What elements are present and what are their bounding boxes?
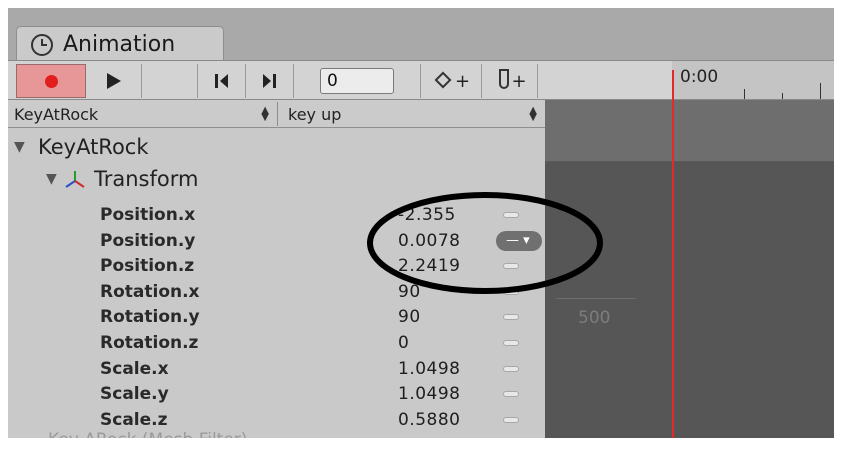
- property-row[interactable]: Scale.y 1.0498: [8, 381, 545, 407]
- property-name: Position.x: [100, 205, 196, 225]
- updown-arrows-icon: ▲ ▼: [261, 105, 269, 123]
- object-name: KeyAtRock: [38, 135, 149, 159]
- key-button[interactable]: [503, 365, 519, 372]
- property-name: Rotation.z: [100, 333, 199, 353]
- property-value[interactable]: 90: [398, 307, 421, 327]
- time-ruler[interactable]: 0:00: [672, 60, 834, 100]
- key-button[interactable]: [503, 391, 519, 398]
- next-keyframe-icon: [263, 74, 276, 88]
- property-name: Scale.x: [100, 358, 169, 379]
- curve-axis-label: 500: [578, 308, 611, 328]
- property-name: Position.y: [100, 230, 196, 251]
- property-value[interactable]: 0: [398, 333, 409, 353]
- previous-keyframe-button[interactable]: [198, 64, 246, 98]
- previous-keyframe-icon: [215, 74, 228, 88]
- add-event-icon: +: [495, 69, 527, 93]
- playhead[interactable]: [672, 70, 674, 438]
- property-value[interactable]: 1.0498: [398, 359, 460, 379]
- record-button[interactable]: [16, 64, 86, 98]
- property-name: Scale.z: [100, 409, 168, 430]
- curve-gridline: [556, 298, 636, 299]
- clip-dropdown-label: key up: [288, 104, 342, 124]
- faded-component-row: Key ARock (Mesh Filter): [48, 430, 247, 438]
- tab-strip: Animation: [8, 8, 834, 62]
- ruler-tick: [782, 93, 783, 99]
- add-keyframe-icon: +: [434, 70, 470, 92]
- annotation-circle: [367, 192, 603, 294]
- clock-icon: [31, 33, 53, 56]
- property-row[interactable]: Rotation.y 90: [8, 304, 545, 330]
- property-row[interactable]: Scale.x 1.0498: [8, 356, 545, 382]
- record-dot-icon: [44, 74, 58, 88]
- tab-label: Animation: [63, 32, 176, 57]
- fold-down-icon: ▼: [46, 171, 57, 187]
- dopesheet-header: [545, 100, 834, 162]
- transform-axis-icon: [65, 171, 85, 188]
- ruler-tick: [744, 89, 745, 99]
- selection-bar: KeyAtRock ▲ ▼ key up ▲ ▼: [8, 100, 545, 128]
- object-dropdown-label: KeyAtRock: [14, 104, 99, 124]
- frame-field[interactable]: [320, 68, 394, 94]
- property-name: Position.z: [100, 256, 195, 277]
- object-row[interactable]: ▼ KeyAtRock: [8, 134, 545, 160]
- play-button[interactable]: [86, 64, 142, 98]
- clip-dropdown[interactable]: key up ▲ ▼: [282, 102, 545, 126]
- key-button[interactable]: [503, 416, 519, 423]
- add-event-button[interactable]: +: [482, 64, 538, 98]
- key-button[interactable]: [503, 340, 519, 346]
- property-row[interactable]: Rotation.z 0: [8, 330, 545, 356]
- time-label: 0:00: [680, 67, 719, 87]
- animation-window: Animation + + 0:00: [8, 8, 834, 438]
- play-icon: [106, 73, 121, 89]
- component-name: Transform: [94, 167, 199, 191]
- tab-animation[interactable]: Animation: [16, 26, 224, 62]
- property-value[interactable]: 0.5880: [398, 410, 460, 430]
- step-button[interactable]: [142, 64, 198, 98]
- updown-arrows-icon: ▲ ▼: [529, 105, 537, 123]
- ruler-tick: [820, 83, 821, 99]
- object-dropdown[interactable]: KeyAtRock ▲ ▼: [8, 102, 278, 126]
- property-value[interactable]: 1.0498: [398, 384, 460, 404]
- key-button[interactable]: [503, 314, 519, 321]
- property-name: Rotation.y: [100, 307, 200, 328]
- property-name: Rotation.x: [100, 281, 200, 302]
- property-name: Scale.y: [100, 384, 169, 405]
- property-row[interactable]: Scale.z 0.5880: [8, 407, 545, 433]
- fold-down-icon: ▼: [14, 139, 25, 155]
- add-keyframe-button[interactable]: +: [420, 64, 482, 98]
- next-keyframe-button[interactable]: [246, 64, 294, 98]
